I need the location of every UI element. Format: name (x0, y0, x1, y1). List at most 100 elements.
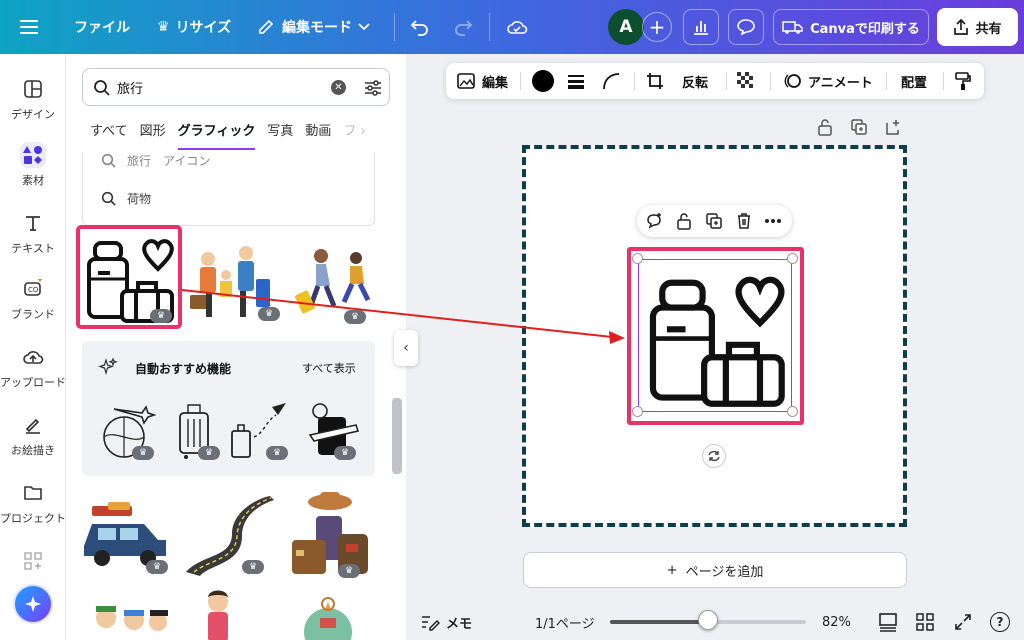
grid-view-button[interactable] (916, 604, 934, 640)
graphic-woman-traveler[interactable] (196, 588, 240, 640)
page-count[interactable]: 1/1ページ (535, 604, 595, 640)
premium-crown-icon: ♛ (258, 307, 280, 321)
graphic-kids-travel[interactable] (90, 602, 170, 640)
selection-frame[interactable] (638, 259, 792, 412)
graphic-luggage-heart[interactable]: ♛ (76, 225, 182, 329)
graphic-globe-landmarks[interactable] (298, 594, 358, 640)
divider (634, 72, 635, 90)
rail-item-draw[interactable]: お絵描き (0, 412, 66, 458)
resize-handle[interactable] (787, 253, 798, 264)
image-edit-icon (457, 73, 475, 89)
share-button[interactable]: 共有 (937, 8, 1018, 46)
suggestion-item[interactable]: 旅行 アイコン (101, 152, 210, 169)
rail-item-uploads[interactable]: アップロード (0, 344, 66, 390)
tab-shapes[interactable]: 図形 (140, 120, 166, 150)
flip-button[interactable]: 反転 (682, 63, 708, 99)
help-button[interactable]: ? (990, 604, 1010, 640)
zoom-slider-knob[interactable] (698, 610, 718, 630)
undo-button[interactable] (410, 0, 430, 54)
fullscreen-button[interactable] (954, 604, 972, 640)
edit-mode-button[interactable]: 編集モード (256, 0, 370, 54)
graphic-vintage-luggage[interactable]: ♛ (290, 486, 372, 578)
resize-button[interactable]: ♛ リサイズ (157, 0, 231, 54)
avatar[interactable]: A (608, 9, 644, 45)
tab-graphics[interactable]: グラフィック (177, 120, 256, 150)
lock-page-icon[interactable] (816, 118, 834, 136)
rail-label: 素材 (22, 174, 44, 187)
duplicate-page-icon[interactable] (850, 118, 868, 136)
notes-button[interactable]: メモ (420, 604, 472, 640)
premium-crown-icon: ♛ (338, 564, 360, 578)
tab-all[interactable]: すべて (90, 120, 128, 150)
rail-label: アップロード (0, 376, 66, 389)
graphic-running-travelers[interactable]: ♛ (286, 244, 376, 324)
add-page-icon[interactable] (884, 118, 902, 136)
zoom-level[interactable]: 82% (822, 604, 851, 640)
rail-item-text[interactable]: テキスト (0, 210, 66, 256)
premium-crown-icon: ♛ (198, 446, 220, 460)
add-comment-button[interactable] (644, 211, 664, 231)
crop-button[interactable] (646, 63, 664, 99)
filter-sliders-icon[interactable] (363, 78, 383, 98)
stroke-weight-button[interactable] (567, 63, 585, 99)
resize-handle[interactable] (632, 253, 643, 264)
premium-crown-icon: ♛ (132, 446, 154, 460)
print-button[interactable]: Canvaで印刷する (773, 9, 929, 45)
resize-handle[interactable] (632, 406, 643, 417)
search-box[interactable]: ✕ (82, 68, 390, 106)
rail-item-brand[interactable]: CO ブランド (0, 276, 66, 322)
lock-icon (677, 213, 691, 230)
copy-style-button[interactable] (954, 63, 972, 99)
expand-icon (955, 614, 971, 630)
search-input[interactable] (117, 79, 317, 95)
page-view-icon (879, 613, 897, 632)
color-swatch[interactable] (532, 63, 554, 99)
see-all-link[interactable]: すべて表示 (302, 360, 356, 376)
cloud-save-status[interactable] (506, 0, 528, 54)
magic-button[interactable] (13, 584, 53, 624)
divider (726, 72, 727, 90)
rail-label: テキスト (11, 242, 55, 255)
page-view-button[interactable] (878, 604, 898, 640)
notes-pencil-icon (422, 616, 440, 631)
rail-item-apps[interactable] (0, 548, 66, 574)
rotate-handle[interactable] (702, 444, 726, 468)
animate-label: アニメート (808, 75, 873, 91)
rail-item-elements[interactable]: 素材 (0, 142, 66, 188)
graphic-winding-road[interactable]: ♛ (182, 494, 274, 576)
add-page-button[interactable]: + ページを追加 (523, 552, 907, 588)
insights-button[interactable] (683, 9, 719, 45)
tab-photos[interactable]: 写真 (267, 120, 293, 150)
invite-button[interactable]: + (642, 12, 672, 42)
premium-crown-icon: ♛ (242, 560, 264, 574)
resize-handle[interactable] (787, 406, 798, 417)
collapse-panel-button[interactable]: ‹ (394, 330, 418, 366)
suggestion-item[interactable]: 荷物 (101, 190, 151, 207)
cloud-upload-icon (20, 344, 46, 370)
corner-rounding-button[interactable] (602, 63, 620, 99)
menu-button[interactable] (20, 0, 38, 54)
panel-scrollbar[interactable] (392, 398, 402, 474)
tabs-next-arrow[interactable]: フ › (343, 120, 365, 150)
transparency-button[interactable] (736, 63, 756, 99)
animate-button[interactable]: アニメート (782, 63, 873, 99)
edit-image-button[interactable]: 編集 (456, 63, 508, 99)
duplicate-element-button[interactable] (704, 211, 724, 231)
position-button[interactable]: 配置 (901, 63, 927, 99)
delete-element-button[interactable] (734, 211, 754, 231)
comments-button[interactable] (728, 9, 764, 45)
more-options-button[interactable] (763, 211, 783, 231)
duplicate-icon (706, 213, 722, 229)
lock-element-button[interactable] (674, 211, 694, 231)
rail-item-projects[interactable]: プロジェクト (0, 480, 66, 526)
auto-suggest-title: 自動おすすめ機能 (135, 362, 232, 376)
tab-videos[interactable]: 動画 (305, 120, 331, 150)
clear-search-button[interactable]: ✕ (331, 80, 346, 95)
redo-button[interactable] (453, 0, 473, 54)
file-menu[interactable]: ファイル (74, 0, 130, 54)
position-label: 配置 (901, 75, 928, 91)
zoom-slider-fill (610, 620, 708, 624)
graphic-family-travel[interactable]: ♛ (186, 239, 281, 321)
rail-item-design[interactable]: デザイン (0, 76, 66, 122)
graphic-family-car[interactable]: ♛ (80, 502, 172, 576)
